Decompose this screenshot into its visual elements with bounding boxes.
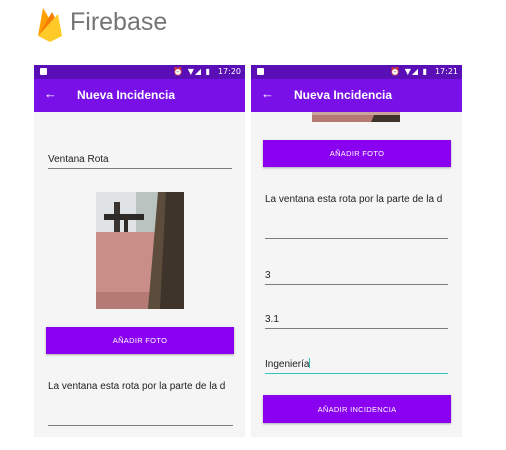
description-underline — [48, 425, 233, 426]
text-cursor — [309, 358, 311, 368]
status-bar: ⏰ ▼◢ ▮ 17:20 — [34, 65, 245, 79]
photo-image — [96, 192, 184, 309]
phone-screen-left: ⏰ ▼◢ ▮ 17:20 ← Nueva Incidencia Ventana … — [34, 65, 245, 437]
description-field[interactable]: La ventana esta rota por la parte de la … — [265, 194, 450, 208]
phone-screen-right: ⏰ ▼◢ ▮ 17:21 ← Nueva Incidencia AÑADIR F… — [251, 65, 462, 437]
notification-icon — [40, 68, 47, 75]
add-photo-button[interactable]: AÑADIR FOTO — [46, 327, 234, 354]
status-icons: ⏰ ▼◢ ▮ — [390, 67, 428, 76]
status-time: 17:21 — [434, 67, 458, 76]
firebase-flame-icon — [38, 8, 62, 42]
firebase-wordmark: Firebase — [70, 8, 168, 36]
photo-image — [312, 115, 400, 122]
add-photo-button[interactable]: AÑADIR FOTO — [263, 140, 451, 167]
arrow-left-icon[interactable]: ← — [261, 86, 274, 101]
app-bar: ← Nueva Incidencia — [34, 79, 245, 112]
name-field[interactable]: Ventana Rota — [48, 154, 232, 169]
status-bar: ⏰ ▼◢ ▮ 17:21 — [251, 65, 462, 79]
status-icons: ⏰ ▼◢ ▮ — [173, 67, 211, 76]
page-title: Nueva Incidencia — [77, 88, 176, 102]
field-b[interactable]: 3.1 — [265, 314, 448, 329]
field-c-value: Ingeniería — [265, 359, 310, 370]
description-underline — [265, 238, 448, 239]
app-bar: ← Nueva Incidencia — [251, 79, 462, 112]
add-incident-button[interactable]: AÑADIR INCIDENCIA — [263, 395, 451, 423]
notification-icon — [257, 68, 264, 75]
field-c[interactable]: Ingeniería — [265, 358, 448, 374]
incident-photo — [96, 192, 184, 309]
incident-photo-partial — [312, 112, 400, 122]
status-time: 17:20 — [217, 67, 241, 76]
field-a[interactable]: 3 — [265, 270, 448, 285]
arrow-left-icon[interactable]: ← — [44, 86, 57, 101]
page-title: Nueva Incidencia — [294, 88, 393, 102]
description-field[interactable]: La ventana esta rota por la parte de la … — [48, 381, 233, 395]
firebase-logo — [36, 6, 64, 42]
